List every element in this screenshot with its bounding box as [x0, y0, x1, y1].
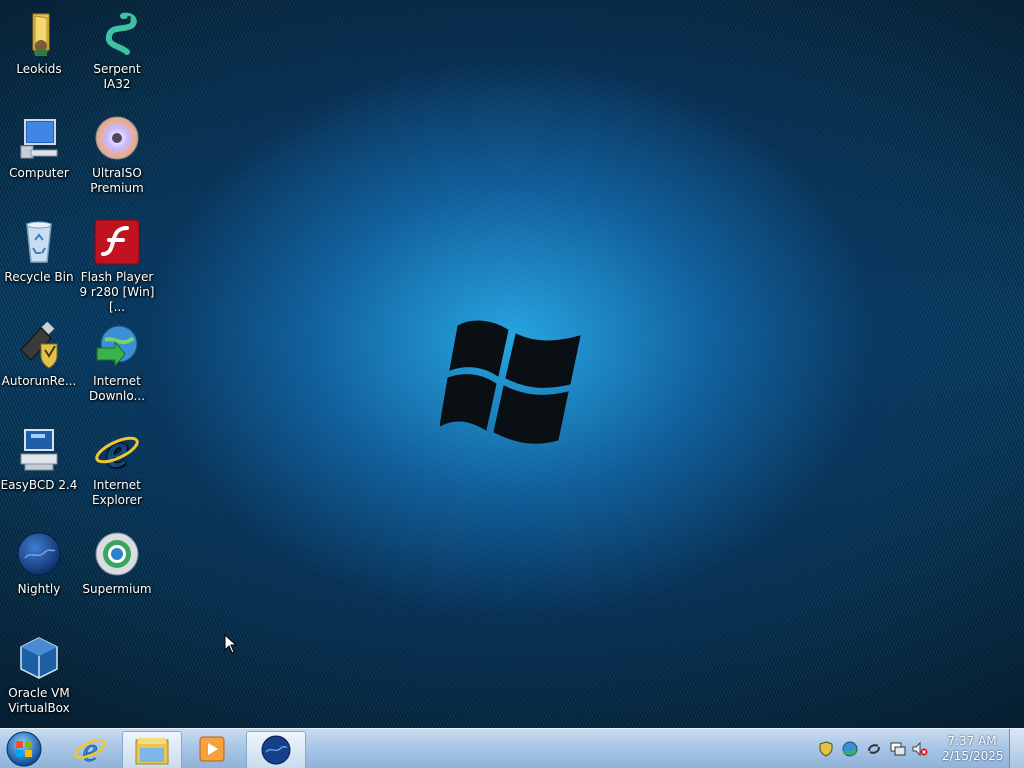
desktop-icon-computer[interactable]: Computer: [0, 108, 78, 181]
mouse-cursor-icon: [224, 634, 238, 654]
desktop-icon-autorun[interactable]: AutorunRe...: [0, 316, 78, 389]
desktop-icon-idm[interactable]: Internet Downlo...: [78, 316, 156, 404]
desktop-icon-flash[interactable]: Flash Player 9 r280 [Win] [...: [78, 212, 156, 315]
desktop-icon-easybcd[interactable]: EasyBCD 2.4: [0, 420, 78, 493]
desktop-icon-label: EasyBCD 2.4: [0, 478, 78, 492]
folder-user-icon: [32, 13, 50, 56]
computer-icon: [20, 119, 58, 159]
desktop-icon-serpent[interactable]: Serpent IA32: [78, 4, 156, 92]
serpent-icon: [105, 12, 137, 55]
show-desktop-button[interactable]: [1009, 729, 1024, 768]
svg-text:e: e: [82, 732, 97, 767]
taskbar-nightly-button[interactable]: [246, 731, 306, 768]
taskbar-ie-button[interactable]: e: [62, 731, 118, 768]
desktop-icon-ultraiso[interactable]: UltraISO Premium: [78, 108, 156, 196]
desktop-icon-label: Serpent IA32: [93, 62, 141, 91]
supermium-icon: [95, 532, 139, 576]
globe-download-icon: [96, 325, 138, 368]
easybcd-icon: [20, 429, 58, 471]
clock[interactable]: 7:37 AM 2/15/2025: [942, 734, 1004, 764]
desktop-icon-label: AutorunRe...: [1, 374, 77, 388]
sync-icon[interactable]: [866, 741, 882, 757]
flash-icon: [94, 219, 140, 265]
desktop[interactable]: Leokids Computer Recycle Bin AutorunRe..…: [0, 0, 1024, 728]
internet-explorer-icon: e: [95, 426, 139, 474]
svg-text:e: e: [107, 426, 127, 474]
desktop-icon-leokids[interactable]: Leokids: [0, 4, 78, 77]
clock-date: 2/15/2025: [942, 749, 1004, 763]
start-orb-icon[interactable]: [4, 730, 44, 768]
recycle-bin-icon: [26, 221, 52, 263]
file-explorer-icon: [135, 738, 169, 765]
desktop-icon-nightly[interactable]: Nightly: [0, 524, 78, 597]
desktop-icon-label: UltraISO Premium: [90, 166, 144, 195]
shield-icon[interactable]: [818, 741, 834, 757]
desktop-icon-label: Leokids: [16, 62, 62, 76]
internet-explorer-icon: e: [74, 732, 106, 768]
display-icon[interactable]: [890, 741, 906, 757]
desktop-icon-label: Nightly: [17, 582, 61, 596]
desktop-icon-label: Computer: [9, 166, 69, 180]
system-tray: 7:37 AM 2/15/2025: [812, 729, 1024, 768]
nightly-globe-icon: [17, 532, 61, 576]
volume-muted-icon[interactable]: [912, 741, 928, 757]
usb-shield-icon: [20, 322, 58, 369]
taskbar-file-explorer-button[interactable]: [122, 731, 182, 768]
windows-logo: [440, 320, 581, 444]
clock-time: 7:37 AM: [947, 734, 997, 748]
desktop-icon-label: Internet Downlo...: [89, 374, 145, 403]
desktop-icon-virtualbox[interactable]: Oracle VM VirtualBox: [0, 628, 78, 716]
nightly-globe-icon: [261, 735, 291, 765]
network-globe-icon[interactable]: [842, 741, 858, 757]
taskbar: e 7:37 AM 2/15/2025: [0, 728, 1024, 768]
desktop-icon-internet-explorer[interactable]: e Internet Explorer: [78, 420, 156, 508]
desktop-icon-label: Oracle VM VirtualBox: [8, 686, 70, 715]
desktop-icon-label: Supermium: [82, 582, 152, 596]
media-player-icon: [199, 736, 225, 762]
virtualbox-icon: [20, 637, 58, 679]
desktop-icon-supermium[interactable]: Supermium: [78, 524, 156, 597]
desktop-icon-label: Recycle Bin: [4, 270, 74, 284]
desktop-icon-label: Internet Explorer: [92, 478, 142, 507]
disc-icon: [95, 116, 139, 160]
taskbar-media-player-button[interactable]: [184, 731, 240, 767]
desktop-icon-label: Flash Player 9 r280 [Win] [...: [79, 270, 155, 314]
desktop-icon-recycle-bin[interactable]: Recycle Bin: [0, 212, 78, 285]
